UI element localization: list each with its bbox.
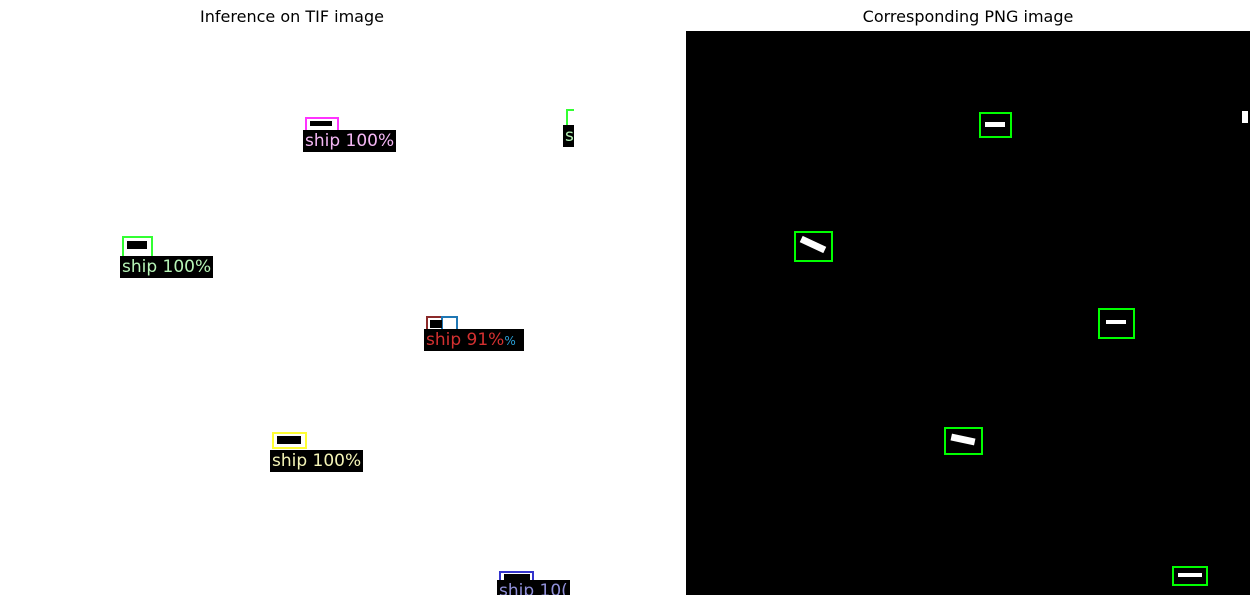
ship-shape xyxy=(127,241,147,249)
ship-shape xyxy=(1106,320,1126,324)
detection-label: ship 100% xyxy=(120,256,214,278)
ship-shape xyxy=(430,320,442,328)
detection-label-text: ship 91% xyxy=(426,330,505,350)
detection-label: ship 100% xyxy=(270,450,364,472)
left-panel-title: Inference on TIF image xyxy=(200,7,384,26)
ship-shape xyxy=(277,436,301,444)
ship-shape xyxy=(1178,573,1202,577)
detection-label-text: % xyxy=(504,334,516,348)
ship-shape xyxy=(985,122,1005,127)
tif-inference-image: ship 100% ship 100% ship 91%% ship 100% … xyxy=(10,31,574,595)
ship-shape xyxy=(1242,111,1248,123)
detection-label: ship 100% xyxy=(303,130,397,152)
ship-shape xyxy=(310,121,332,126)
detection-label: s xyxy=(563,125,574,147)
detection-label: ship 10( xyxy=(497,580,570,595)
png-image xyxy=(686,31,1250,595)
detection-label: ship 91%% xyxy=(424,329,524,351)
right-panel-title: Corresponding PNG image xyxy=(862,7,1074,26)
